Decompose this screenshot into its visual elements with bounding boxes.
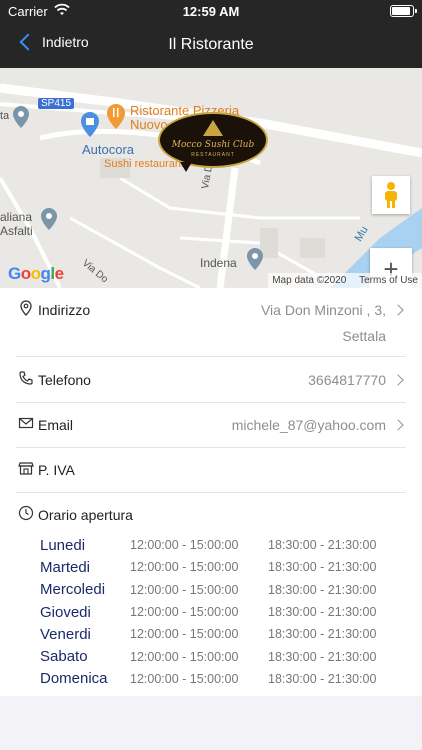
evening-hours: 18:30:00 - 21:30:00: [268, 538, 377, 553]
day-label: Mercoledi: [40, 581, 106, 599]
status-bar: Carrier 12:59 AM: [0, 0, 422, 24]
phone-value: 3664817770: [308, 372, 386, 388]
hours-header: Orario apertura: [16, 493, 406, 537]
evening-hours: 18:30:00 - 21:30:00: [268, 649, 377, 664]
email-label: Email: [38, 417, 74, 433]
hours-row: Martedi 12:00:00 - 15:00:00 18:30:00 - 21:…: [40, 556, 400, 578]
hours-row: Giovedi 12:00:00 - 15:00:00 18:30:00 - 21:…: [40, 601, 400, 623]
sushi-label: Sushi restaurant: [104, 158, 185, 170]
hours-row: Mercoledi 12:00:00 - 15:00:00 18:30:00 - 2…: [40, 579, 400, 601]
chevron-right-icon: [392, 419, 404, 431]
map-label-italiana: aliana: [0, 210, 33, 224]
morning-hours: 12:00:00 - 15:00:00: [130, 560, 239, 575]
terms-link[interactable]: Terms of Use: [359, 275, 418, 286]
nav-bar: Indietro Il Ristorante: [0, 24, 422, 68]
page-title: Il Ristorante: [168, 36, 254, 53]
pegman-icon: [385, 182, 397, 208]
map-pin-icon: [13, 106, 29, 128]
evening-hours: 18:30:00 - 21:30:00: [268, 582, 377, 597]
morning-hours: 12:00:00 - 15:00:00: [130, 671, 239, 686]
marker-pointer: [180, 162, 192, 172]
day-label: Lunedi: [40, 536, 86, 554]
day-label: Martedi: [40, 558, 91, 576]
evening-hours: 18:30:00 - 21:30:00: [268, 560, 377, 575]
map-label-sta: ta: [0, 110, 10, 122]
address-label: Indirizzo: [38, 302, 91, 318]
evening-hours: 18:30:00 - 21:30:00: [268, 671, 377, 686]
morning-hours: 12:00:00 - 15:00:00: [130, 582, 239, 597]
hours-row: Domenica 12:00:00 - 15:00:00 18:30:00 - 21…: [40, 668, 400, 690]
hours-row: Sabato 12:00:00 - 15:00:00 18:30:00 - 21:3…: [40, 645, 400, 667]
evening-hours: 18:30:00 - 21:30:00: [268, 605, 377, 620]
morning-hours: 12:00:00 - 15:00:00: [130, 627, 239, 642]
indena-pin-icon: [247, 248, 263, 270]
autocora-label: Autocora: [82, 142, 135, 157]
road-label: SP415: [38, 98, 75, 109]
logo-subtext: RESTAURANT: [191, 152, 235, 158]
opening-hours-table: Lunedi 12:00:00 - 15:00:00 18:30:00 - 21:3…: [40, 534, 400, 690]
vat-row: P. IVA: [16, 448, 406, 493]
phone-row[interactable]: Telefono 3664817770: [16, 358, 406, 403]
clock: 12:59 AM: [182, 4, 240, 19]
address-row[interactable]: Indirizzo Via Don Minzoni , 3, Settala: [16, 288, 406, 357]
hours-title: Orario apertura: [38, 507, 133, 523]
shopping-pin-icon: [81, 112, 99, 137]
store-icon: [18, 462, 34, 475]
restaurant-pin-icon: [107, 104, 125, 129]
street-view-button[interactable]: [372, 176, 410, 214]
chevron-right-icon: [392, 304, 404, 316]
google-logo: Google: [8, 264, 64, 283]
chevron-right-icon: [392, 374, 404, 386]
vat-label: P. IVA: [38, 462, 75, 478]
map-label-asfalti: Asfalti: [0, 224, 33, 238]
logo-text: Mocco Sushi Club: [171, 140, 255, 150]
address-line2: Settala: [342, 328, 386, 344]
evening-hours: 18:30:00 - 21:30:00: [268, 627, 377, 642]
location-pin-icon: [20, 300, 32, 316]
map-view[interactable]: SP415 ta Ristorante Pizzeria Nuovo Autoc…: [0, 68, 422, 288]
day-label: Venerdi: [40, 625, 91, 643]
map-attribution: Map data ©2020 Terms of Use: [268, 273, 422, 288]
restaurant-logo-marker[interactable]: Mocco Sushi Club RESTAURANT: [158, 112, 268, 168]
address-line1: Via Don Minzoni , 3,: [260, 302, 386, 318]
phone-icon: [19, 371, 33, 385]
morning-hours: 12:00:00 - 15:00:00: [130, 538, 239, 553]
hours-row: Venerdi 12:00:00 - 15:00:00 18:30:00 - 21:…: [40, 623, 400, 645]
day-label: Giovedi: [40, 603, 91, 621]
email-row[interactable]: Email michele_87@yahoo.com: [16, 403, 406, 448]
indena-label: Indena: [200, 256, 237, 270]
battery-icon: [390, 5, 417, 17]
company-pin-icon: [41, 208, 57, 230]
logo-pagoda-icon: [203, 120, 223, 136]
email-value: michele_87@yahoo.com: [231, 417, 386, 433]
battery-level: [392, 7, 410, 15]
day-label: Sabato: [40, 648, 88, 666]
map-data-label: Map data ©2020: [272, 275, 347, 286]
hours-row: Lunedi 12:00:00 - 15:00:00 18:30:00 - 21:3…: [40, 534, 400, 556]
morning-hours: 12:00:00 - 15:00:00: [130, 649, 239, 664]
clock-icon: [18, 505, 34, 521]
mail-icon: [18, 417, 34, 429]
day-label: Domenica: [40, 670, 108, 688]
morning-hours: 12:00:00 - 15:00:00: [130, 605, 239, 620]
phone-label: Telefono: [38, 372, 91, 388]
